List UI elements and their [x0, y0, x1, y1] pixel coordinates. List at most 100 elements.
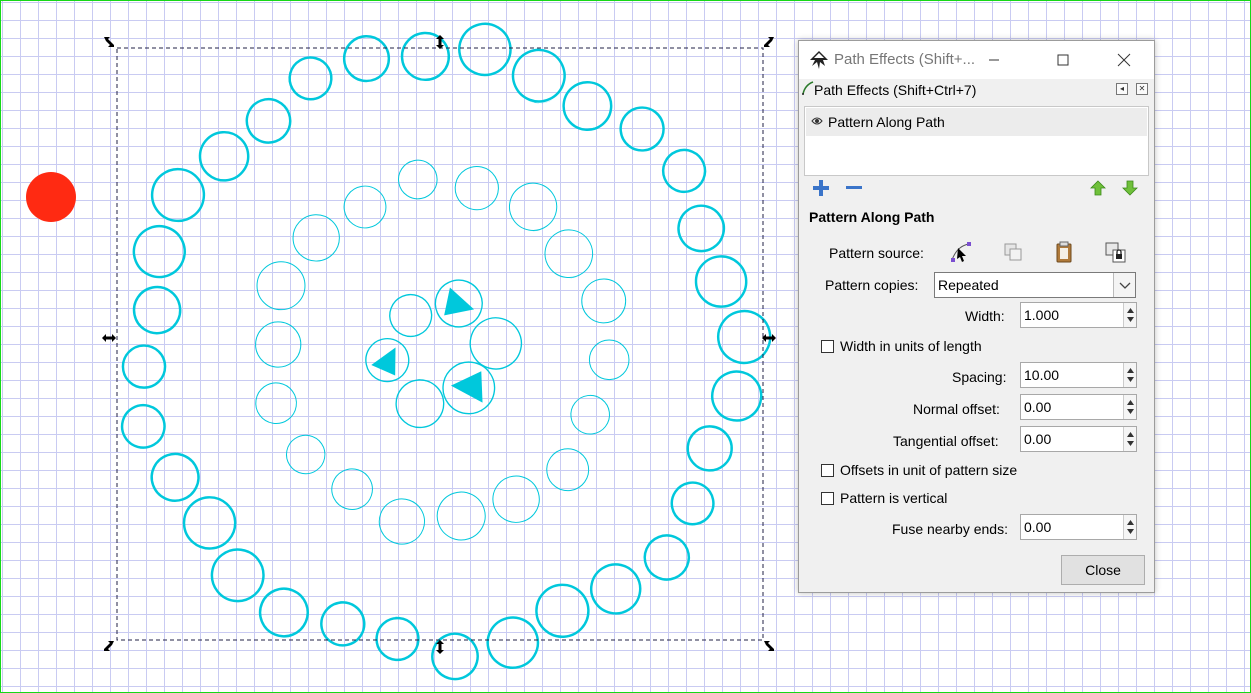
pattern-copy — [492, 475, 540, 523]
pattern-copies-select[interactable]: Repeated — [934, 272, 1136, 298]
close-button[interactable]: Close — [1061, 555, 1145, 585]
plus-icon[interactable] — [812, 179, 830, 197]
link-to-path-icon[interactable] — [1103, 240, 1127, 264]
pattern-copies-value: Repeated — [938, 277, 999, 293]
pattern-copy — [389, 293, 433, 338]
effect-item[interactable]: Pattern Along Path — [806, 108, 1147, 136]
pattern-copy — [436, 491, 486, 541]
pattern-copy — [454, 166, 500, 211]
pattern-copy — [256, 261, 306, 311]
pattern-copies-label: Pattern copies: — [825, 277, 919, 293]
pattern-copy — [288, 56, 334, 101]
spin-arrows[interactable] — [1123, 515, 1136, 539]
pattern-copy — [534, 583, 590, 639]
pattern-copy — [643, 534, 691, 581]
window-close-button[interactable] — [1101, 41, 1147, 79]
pattern-vertical-label: Pattern is vertical — [840, 490, 948, 506]
scale-handle-bottom-right[interactable] — [764, 641, 774, 651]
pattern-copy — [121, 343, 167, 389]
pattern-copy — [286, 434, 326, 475]
width-units-label: Width in units of length — [840, 338, 982, 354]
pattern-copy — [365, 337, 410, 383]
selection-bbox — [102, 35, 776, 654]
spin-arrows[interactable] — [1123, 427, 1136, 451]
pattern-copy — [245, 97, 292, 144]
pattern-copy — [710, 370, 763, 423]
pattern-copy — [430, 632, 479, 681]
pattern-copy — [694, 255, 748, 309]
pattern-copy — [686, 425, 733, 472]
pattern-copy — [508, 182, 558, 232]
pattern-copy — [150, 452, 200, 502]
dock-restore-button[interactable]: ◂ — [1116, 83, 1128, 95]
pattern-copy — [661, 148, 707, 194]
chevron-down-icon — [1119, 282, 1131, 289]
spin-arrows[interactable] — [1123, 303, 1136, 327]
scale-handle-top-right[interactable] — [764, 37, 774, 47]
pattern-copy — [546, 448, 590, 492]
pattern-along-path-object[interactable] — [117, 14, 780, 684]
scale-handle-left[interactable] — [102, 334, 116, 342]
tangential-offset-spinbox[interactable]: 0.00 — [1020, 426, 1137, 452]
pattern-copy — [182, 495, 237, 550]
dropdown-button[interactable] — [1113, 273, 1135, 297]
spin-arrows[interactable] — [1123, 363, 1136, 387]
pattern-copy — [198, 130, 251, 182]
dock-close-button[interactable]: ✕ — [1136, 83, 1148, 95]
spin-updown-icon — [1127, 432, 1134, 446]
dock-title: Path Effects (Shift+Ctrl+7) — [814, 82, 977, 98]
pattern-copy — [292, 214, 341, 262]
fuse-label: Fuse nearby ends: — [892, 521, 1008, 537]
scale-handle-top-left[interactable] — [104, 37, 114, 47]
pattern-copy — [400, 31, 451, 82]
effect-list[interactable]: Pattern Along Path — [804, 106, 1149, 176]
pattern-vertical-checkbox[interactable] — [821, 492, 834, 505]
path-effects-dialog: Path Effects (Shift+... Path Effects (Sh… — [798, 40, 1155, 593]
pattern-copy — [581, 278, 627, 324]
maximize-icon — [1057, 54, 1069, 66]
paste-icon[interactable] — [1052, 240, 1076, 264]
edit-on-canvas-icon[interactable] — [949, 240, 973, 264]
pattern-copy — [670, 481, 715, 526]
pattern-copy — [570, 394, 610, 435]
dock-header: Path Effects (Shift+Ctrl+7) ◂ ✕ — [799, 79, 1154, 101]
window-title: Path Effects (Shift+... — [834, 51, 976, 68]
spin-arrows[interactable] — [1123, 395, 1136, 419]
red-dot[interactable] — [26, 172, 76, 222]
pattern-copy — [619, 106, 665, 153]
spin-updown-icon — [1127, 368, 1134, 382]
fuse-spinbox[interactable]: 0.00 — [1020, 514, 1137, 540]
minimize-icon — [989, 59, 999, 61]
scale-handle-bottom-left[interactable] — [104, 641, 114, 651]
arrow-down-icon[interactable] — [1121, 179, 1139, 197]
width-spinbox[interactable]: 1.000 — [1020, 302, 1137, 328]
selection-rect — [116, 47, 764, 641]
pattern-copy — [434, 279, 484, 328]
pattern-copy — [378, 498, 425, 545]
width-units-checkbox[interactable] — [821, 340, 834, 353]
spacing-spinbox[interactable]: 10.00 — [1020, 362, 1137, 388]
effect-item-label: Pattern Along Path — [828, 114, 945, 130]
maximize-button[interactable] — [1040, 41, 1086, 79]
pattern-copy — [343, 185, 387, 229]
pattern-copy — [258, 586, 309, 638]
width-value: 1.000 — [1024, 307, 1060, 323]
pattern-copy — [132, 285, 182, 335]
width-label: Width: — [965, 308, 1005, 324]
pattern-copy — [331, 468, 373, 510]
eye-icon[interactable] — [811, 116, 823, 126]
pattern-copy — [398, 159, 438, 200]
path-effect-icon — [802, 81, 814, 95]
minus-icon[interactable] — [845, 179, 863, 197]
offsets-unit-checkbox[interactable] — [821, 464, 834, 477]
pattern-copy — [120, 403, 166, 449]
spin-updown-icon — [1127, 400, 1134, 414]
titlebar[interactable]: Path Effects (Shift+... — [799, 41, 1154, 79]
minimize-button[interactable] — [971, 41, 1017, 79]
normal-offset-spinbox[interactable]: 0.00 — [1020, 394, 1137, 420]
copy-icon[interactable] — [1001, 240, 1025, 264]
tangential-offset-value: 0.00 — [1024, 431, 1052, 447]
normal-offset-value: 0.00 — [1024, 399, 1052, 415]
arrow-up-icon[interactable] — [1089, 179, 1107, 197]
pattern-copy — [255, 382, 297, 425]
